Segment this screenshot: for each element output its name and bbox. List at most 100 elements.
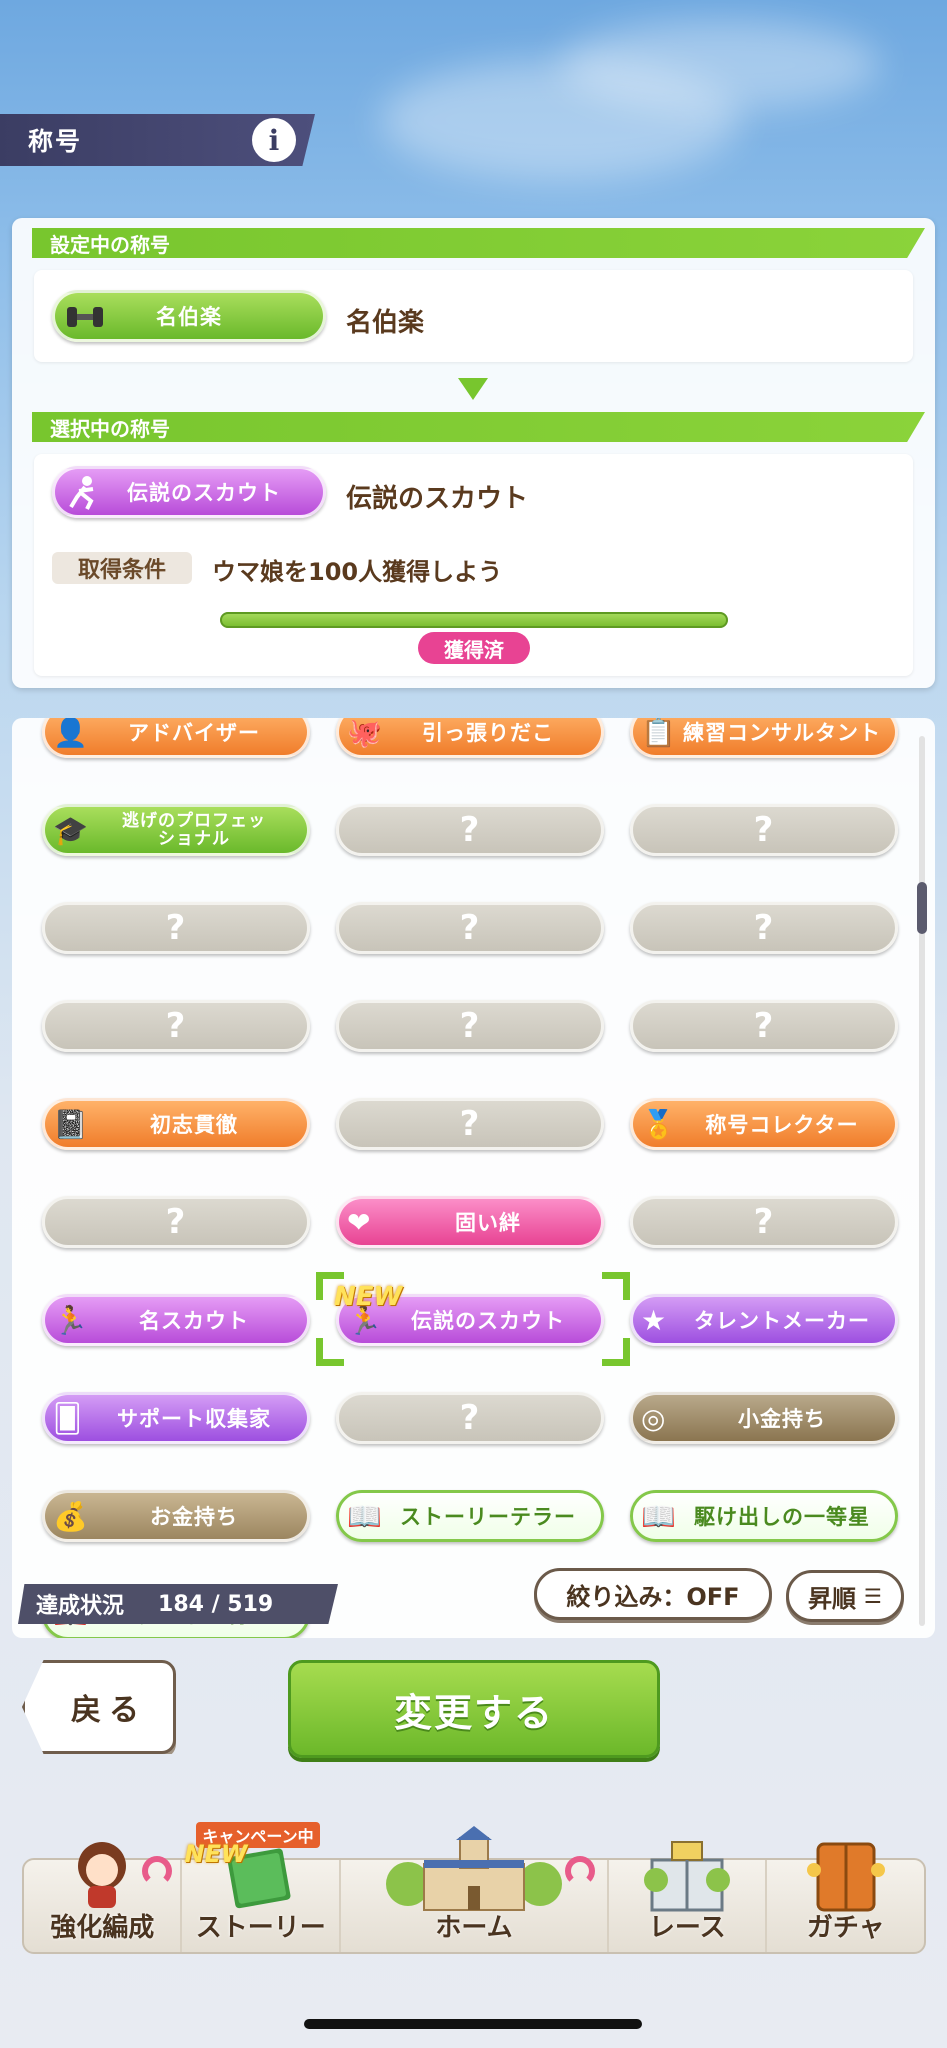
octopus-icon: 🐙 — [347, 718, 383, 749]
locked-title-badge[interactable]: ? — [336, 902, 604, 954]
title-badge-label: 引っ張りだこ — [422, 721, 554, 745]
sort-lines-icon: ☰ — [864, 1584, 882, 1608]
title-badge[interactable]: ★ タレントメーカー — [630, 1294, 898, 1346]
horseshoe-icon — [142, 1856, 173, 1886]
title-badge-label: 伝説のスカウト — [411, 1309, 565, 1333]
title-badge-label: ? — [459, 908, 481, 948]
bottom-nav: 強化編成 NEW ストーリー ホーム レース ガチャ — [22, 1826, 926, 1954]
title-badge-label: サポート収集家 — [117, 1407, 271, 1431]
screen-title: 称号 — [28, 127, 83, 156]
title-badge[interactable]: 📖 ストーリーテラー — [336, 1490, 604, 1542]
dumbbell-icon — [63, 297, 107, 346]
scrollbar-track[interactable] — [919, 736, 925, 1626]
title-badge[interactable]: 🐙 引っ張りだこ — [336, 718, 604, 758]
info-icon[interactable]: i — [252, 118, 296, 162]
nav-item-home[interactable]: ホーム — [341, 1826, 609, 1952]
selected-title-badge-label: 伝説のスカウト — [127, 481, 281, 505]
title-badge-label: 駆け出しの一等星 — [694, 1505, 870, 1529]
title-badge-label: アドバイザー — [128, 721, 260, 745]
locked-title-badge[interactable]: ? — [336, 1098, 604, 1150]
title-badge[interactable]: 🎓 逃げのプロフェッショナル — [42, 804, 310, 856]
locked-title-badge[interactable]: ? — [336, 1392, 604, 1444]
runner-icon: 🏃 — [53, 1304, 89, 1337]
title-badge-label: 練習コンサルタント — [683, 721, 881, 745]
condition-progress-bar — [220, 612, 728, 628]
title-badge-label: ? — [165, 1006, 187, 1046]
locked-title-badge[interactable]: ? — [42, 1000, 310, 1052]
title-badge-label: 称号コレクター — [705, 1113, 859, 1137]
title-badge-label: 名スカウト — [139, 1309, 249, 1333]
title-badge-label: ? — [753, 810, 775, 850]
current-title-badge-label: 名伯楽 — [156, 305, 222, 329]
locked-title-badge[interactable]: ? — [630, 902, 898, 954]
current-title-badge: 名伯楽 — [52, 290, 326, 342]
heart-icon: ❤ — [347, 1206, 372, 1239]
title-badge[interactable]: 🏃 名スカウト — [42, 1294, 310, 1346]
character-icon — [62, 1832, 142, 1916]
title-badge-label: ? — [165, 1202, 187, 1242]
star-icon: ★ — [641, 1304, 668, 1337]
title-badge-label: 初志貫徹 — [150, 1113, 238, 1137]
back-button[interactable]: 戻る — [22, 1660, 176, 1754]
title-badge[interactable]: 🏅 称号コレクター — [630, 1098, 898, 1150]
sort-button[interactable]: 昇順 ☰ — [786, 1570, 904, 1622]
title-badge-label: お金持ち — [150, 1505, 238, 1529]
title-badge[interactable]: 💰 お金持ち — [42, 1490, 310, 1542]
graduation-cap-icon: 🎓 — [53, 814, 89, 847]
notebook-icon: 📓 — [53, 1108, 89, 1141]
achievement-status-bar: 達成状況 184 / 519 — [18, 1584, 338, 1624]
coach-icon: 📋 — [641, 718, 677, 749]
locked-title-badge[interactable]: ? — [630, 1196, 898, 1248]
change-button[interactable]: 変更する — [288, 1660, 660, 1758]
nav-new-tag: NEW — [184, 1840, 248, 1868]
scrollbar-thumb[interactable] — [917, 882, 927, 934]
title-badge[interactable]: ❤ 固い絆 — [336, 1196, 604, 1248]
nav-item-gacha[interactable]: ガチャ — [767, 1842, 923, 1952]
title-badge-label: ? — [459, 1104, 481, 1144]
filter-button[interactable]: 絞り込み：OFF — [534, 1568, 772, 1620]
locked-title-badge[interactable]: ? — [42, 902, 310, 954]
title-badge-label: ? — [753, 1202, 775, 1242]
gacha-door-icon — [806, 1840, 886, 1916]
book-pen-icon: 📖 — [347, 1500, 383, 1533]
title-badge[interactable]: 📖 駆け出しの一等星 — [630, 1490, 898, 1542]
title-badge[interactable]: ◎ 小金持ち — [630, 1392, 898, 1444]
selection-corner — [316, 1272, 344, 1300]
title-badge-label: ? — [165, 908, 187, 948]
home-indicator[interactable] — [304, 2019, 642, 2029]
nav-item-story[interactable]: NEW ストーリー — [182, 1840, 341, 1952]
locked-title-badge[interactable]: ? — [630, 1000, 898, 1052]
title-badge[interactable]: 🂠 サポート収集家 — [42, 1392, 310, 1444]
coins-icon: ◎ — [641, 1402, 667, 1435]
title-badge[interactable]: 📋 練習コンサルタント — [630, 718, 898, 758]
acquired-badge: 獲得済 — [418, 632, 530, 664]
locked-title-badge[interactable]: ? — [336, 804, 604, 856]
person-icon: 👤 — [53, 718, 89, 749]
selection-corner — [602, 1272, 630, 1300]
title-badge-label: 小金持ち — [738, 1407, 826, 1431]
title-badge-label: ? — [753, 1006, 775, 1046]
runner-icon — [63, 473, 103, 522]
nav-item-race[interactable]: レース — [609, 1841, 768, 1952]
condition-label: 取得条件 — [52, 552, 192, 584]
title-badge[interactable]: 👤 アドバイザー — [42, 718, 310, 758]
collection-icon: 🏅 — [641, 1108, 677, 1141]
selected-title-header: 選択中の称号 — [32, 412, 925, 442]
school-building-icon — [384, 1824, 564, 1918]
locked-title-badge[interactable]: ? — [336, 1000, 604, 1052]
current-title-name: 名伯楽 — [346, 308, 425, 338]
nav-item-enhance[interactable]: 強化編成 — [24, 1842, 183, 1952]
locked-title-badge[interactable]: ? — [42, 1196, 310, 1248]
title-list-panel[interactable]: 👤 アドバイザー 🐙 引っ張りだこ 📋 練習コンサルタント 🎓 逃げのプロフェッショナル???… — [12, 718, 935, 1638]
new-tag: NEW — [334, 1282, 403, 1312]
title-badge-label: ストーリーテラー — [400, 1505, 576, 1529]
selection-corner — [602, 1338, 630, 1366]
current-title-header: 設定中の称号 — [32, 228, 925, 258]
title-badge[interactable]: 📓 初志貫徹 — [42, 1098, 310, 1150]
sort-button-label: 昇順 — [808, 1584, 857, 1613]
cards-icon: 🂠 — [53, 1402, 83, 1435]
progress-fill — [220, 612, 728, 628]
title-badge-label: 逃げのプロフェッショナル — [122, 811, 266, 849]
locked-title-badge[interactable]: ? — [630, 804, 898, 856]
title-badge-label: ? — [753, 908, 775, 948]
